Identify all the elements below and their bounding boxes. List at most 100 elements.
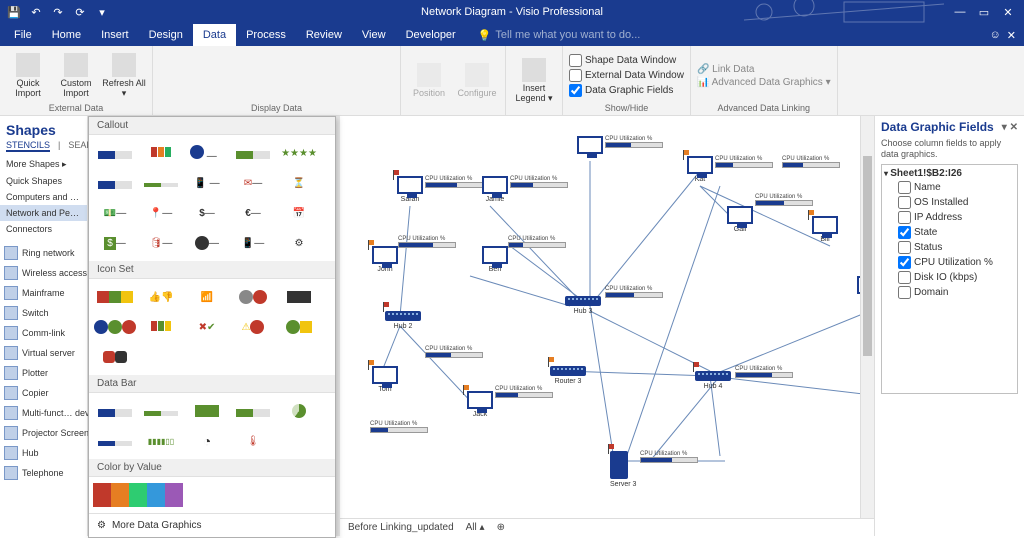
dgf-field[interactable]: CPU Utilization %: [884, 255, 1015, 270]
tab-review[interactable]: Review: [296, 24, 352, 46]
gallery-item[interactable]: [93, 427, 137, 455]
gallery-item[interactable]: [277, 313, 321, 341]
chk-shape-data-window[interactable]: Shape Data Window: [569, 53, 684, 68]
dgf-field[interactable]: State: [884, 225, 1015, 240]
gallery-item[interactable]: ▮▮▮▮▯▯: [139, 427, 183, 455]
stencil-item[interactable]: Comm-link: [0, 323, 87, 343]
gallery-item[interactable]: [93, 343, 137, 371]
tab-design[interactable]: Design: [139, 24, 193, 46]
tab-view[interactable]: View: [352, 24, 396, 46]
chk-external-data-window[interactable]: External Data Window: [569, 68, 684, 83]
page-tab[interactable]: Before Linking_updated: [348, 522, 454, 533]
gallery-item[interactable]: [93, 481, 183, 509]
tab-file[interactable]: File: [4, 24, 42, 46]
gallery-item[interactable]: [139, 139, 183, 167]
gallery-item[interactable]: [139, 169, 183, 197]
stencil-item[interactable]: Ring network: [0, 243, 87, 263]
dgf-field[interactable]: IP Address: [884, 210, 1015, 225]
tab-developer[interactable]: Developer: [396, 24, 466, 46]
dgf-field[interactable]: Domain: [884, 285, 1015, 300]
gallery-item[interactable]: $ —: [93, 229, 137, 257]
undo-icon[interactable]: ↶: [28, 4, 44, 20]
stencil-item[interactable]: Copier: [0, 383, 87, 403]
gallery-item[interactable]: ✉ —: [231, 169, 275, 197]
gallery-item[interactable]: [231, 139, 275, 167]
save-icon[interactable]: 💾: [6, 4, 22, 20]
stencil-item[interactable]: Virtual server: [0, 343, 87, 363]
gallery-item[interactable]: [185, 397, 229, 425]
gallery-item[interactable]: € —: [231, 199, 275, 227]
gallery-item[interactable]: [93, 283, 137, 311]
tab-process[interactable]: Process: [236, 24, 296, 46]
gallery-item[interactable]: [93, 313, 137, 341]
stencil-item[interactable]: Multi-funct… device: [0, 403, 87, 423]
tab-home[interactable]: Home: [42, 24, 91, 46]
gallery-item[interactable]: [93, 169, 137, 197]
add-page-icon[interactable]: ⊕: [497, 522, 505, 533]
gallery-item[interactable]: 📍 —: [139, 199, 183, 227]
stencil-item[interactable]: Telephone: [0, 463, 87, 483]
gallery-item[interactable]: [231, 397, 275, 425]
link-data-button[interactable]: 🔗 Link Data: [697, 63, 831, 76]
stencil-item[interactable]: Plotter: [0, 363, 87, 383]
gallery-item[interactable]: 📅: [277, 199, 321, 227]
dgf-dropdown-icon[interactable]: ▾: [1002, 122, 1007, 133]
gallery-item[interactable]: 🌡: [231, 427, 275, 455]
quick-import-button[interactable]: Quick Import: [6, 53, 50, 99]
dgf-field[interactable]: Name: [884, 180, 1015, 195]
gallery-item[interactable]: 🛢 —: [139, 229, 183, 257]
custom-import-button[interactable]: Custom Import: [54, 53, 98, 99]
minimize-icon[interactable]: —: [950, 6, 970, 19]
drawing-canvas[interactable]: Sarah CPU Utilization % Jamie CPU Utiliz…: [340, 116, 874, 518]
chk-data-graphic-fields[interactable]: Data Graphic Fields: [569, 83, 684, 98]
gallery-item[interactable]: —: [185, 229, 229, 257]
gallery-item[interactable]: [93, 139, 137, 167]
refresh-icon[interactable]: ⟳: [72, 4, 88, 20]
stencil-item[interactable]: Hub: [0, 443, 87, 463]
gallery-item[interactable]: [139, 313, 183, 341]
close-icon[interactable]: ✕: [998, 6, 1018, 19]
section-connectors[interactable]: Connectors: [0, 221, 87, 237]
gallery-item[interactable]: —: [185, 139, 229, 167]
tab-stencils[interactable]: STENCILS: [6, 140, 50, 152]
gallery-item[interactable]: ⏳: [277, 169, 321, 197]
dgf-field[interactable]: Status: [884, 240, 1015, 255]
more-shapes[interactable]: More Shapes ▸: [0, 156, 87, 173]
gallery-item[interactable]: 📱 —: [231, 229, 275, 257]
gallery-item[interactable]: [277, 397, 321, 425]
gallery-item[interactable]: 📱 —: [185, 169, 229, 197]
adv-data-graphics-button[interactable]: 📊 Advanced Data Graphics ▾: [697, 76, 831, 89]
gallery-item[interactable]: $ —: [185, 199, 229, 227]
stencil-item[interactable]: Mainframe: [0, 283, 87, 303]
gallery-item[interactable]: ★★★★: [277, 139, 321, 167]
gallery-item[interactable]: [277, 283, 321, 311]
gallery-item[interactable]: 👍👎: [139, 283, 183, 311]
insert-legend-button[interactable]: Insert Legend ▾: [512, 58, 556, 104]
section-computers[interactable]: Computers and Monitors: [0, 189, 87, 205]
dgf-field[interactable]: OS Installed: [884, 195, 1015, 210]
stencil-item[interactable]: Switch: [0, 303, 87, 323]
gallery-item[interactable]: ⚙: [277, 229, 321, 257]
gallery-item[interactable]: ◔: [185, 427, 229, 455]
gallery-item[interactable]: 💵 —: [93, 199, 137, 227]
dgf-root[interactable]: Sheet1!$B2:I26: [884, 167, 1015, 180]
all-pages[interactable]: All ▴: [466, 522, 485, 533]
redo-icon[interactable]: ↷: [50, 4, 66, 20]
section-network[interactable]: Network and Peripherals: [0, 205, 87, 221]
help-close-icon[interactable]: ✕: [1007, 29, 1016, 42]
smiley-icon[interactable]: ☺: [990, 29, 1001, 41]
dgf-close-icon[interactable]: ✕: [1010, 122, 1018, 133]
tab-data[interactable]: Data: [193, 24, 236, 46]
tell-me[interactable]: 💡 Tell me what you want to do...: [466, 24, 641, 46]
vertical-scrollbar[interactable]: [860, 116, 874, 518]
gallery-item[interactable]: [93, 397, 137, 425]
more-data-graphics[interactable]: ⚙ More Data Graphics: [89, 513, 335, 537]
stencil-item[interactable]: Projector Screen: [0, 423, 87, 443]
gallery-item[interactable]: 📶: [185, 283, 229, 311]
gallery-item[interactable]: ⚠: [231, 313, 275, 341]
gallery-item[interactable]: ✖✔: [185, 313, 229, 341]
restore-icon[interactable]: ▭: [974, 6, 994, 19]
gallery-item[interactable]: [231, 283, 275, 311]
section-quick-shapes[interactable]: Quick Shapes: [0, 173, 87, 189]
qat-more-icon[interactable]: ▾: [94, 4, 110, 20]
